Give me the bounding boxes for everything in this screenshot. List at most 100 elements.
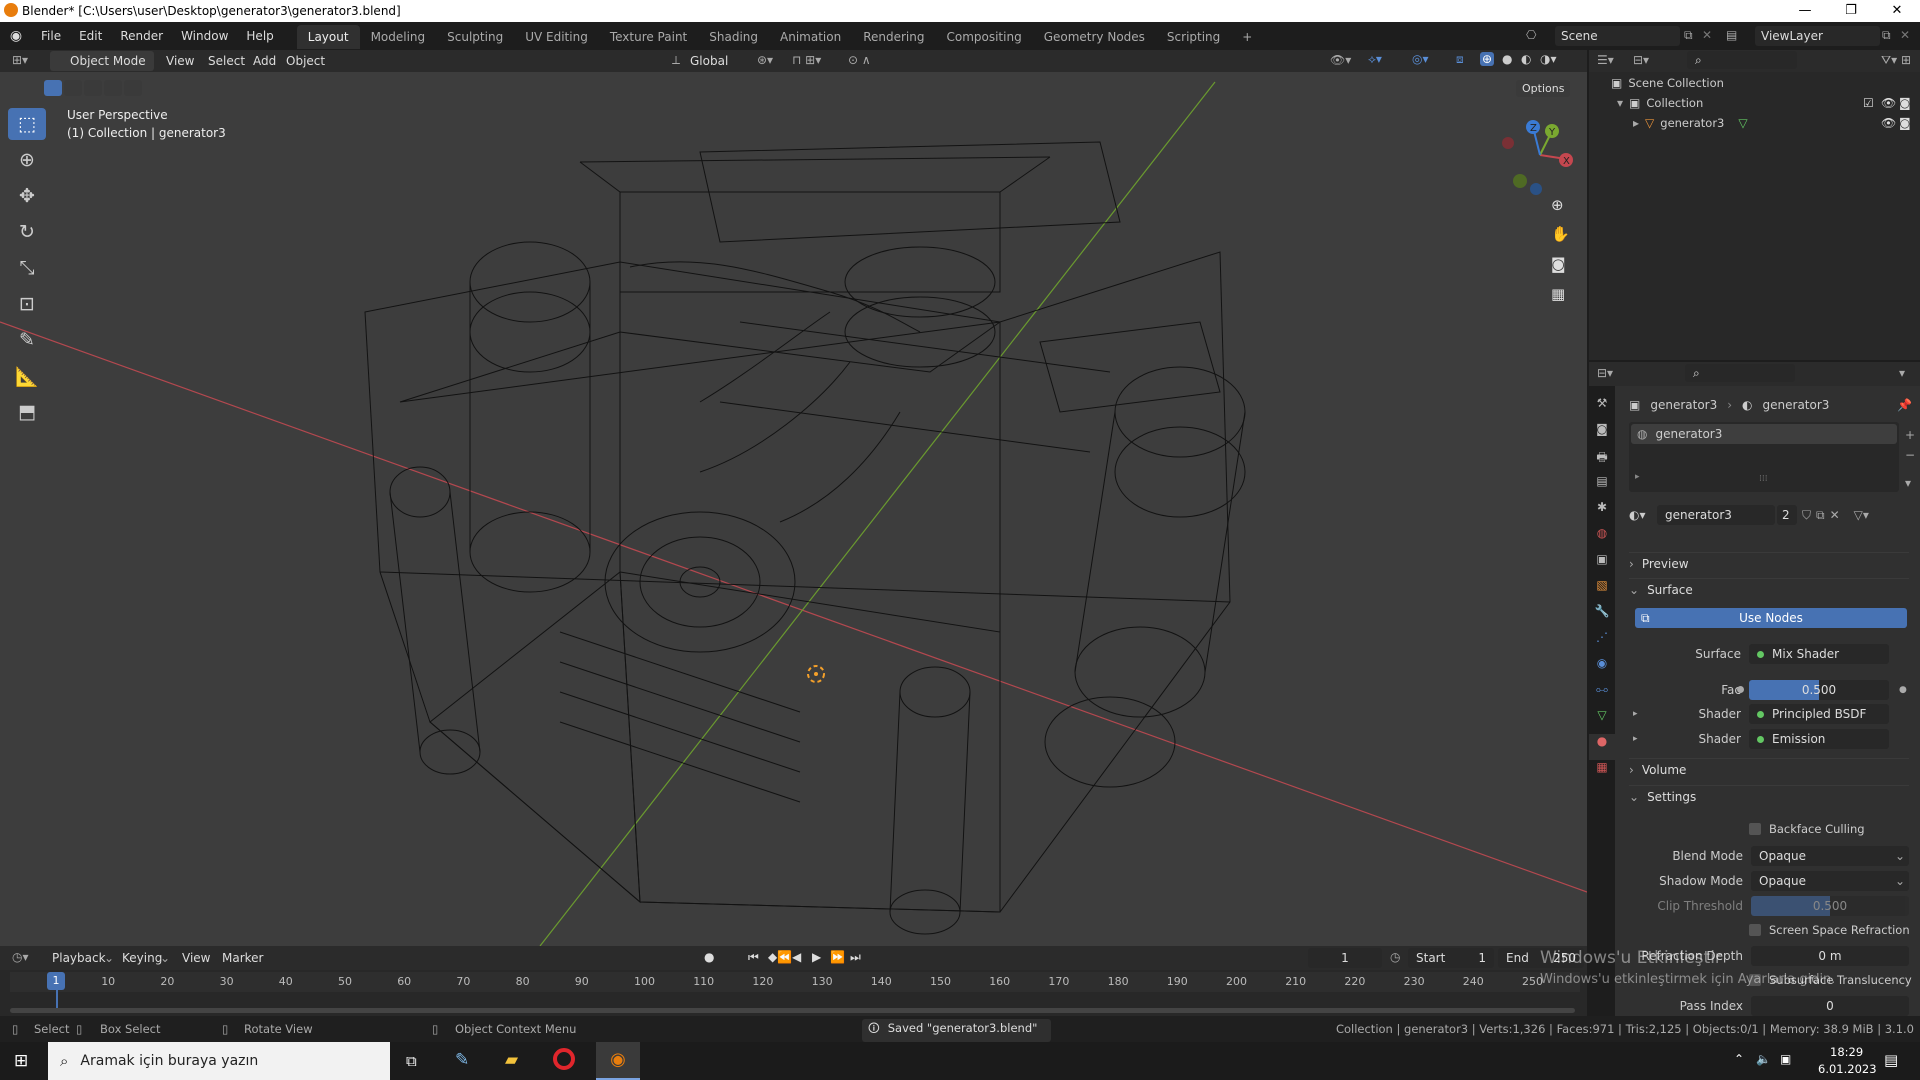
- options-chevron-icon[interactable]: ▾: [1899, 366, 1905, 380]
- expand-chevron-icon[interactable]: ▸: [1633, 734, 1653, 744]
- tab-sculpting[interactable]: Sculpting: [436, 25, 514, 49]
- object-menu[interactable]: Object: [286, 54, 325, 68]
- play-icon[interactable]: ▶: [812, 950, 821, 964]
- unlink-material-icon[interactable]: ✕: [1830, 508, 1840, 522]
- properties-search-input[interactable]: ⌕: [1685, 364, 1795, 382]
- tab-scripting[interactable]: Scripting: [1156, 25, 1231, 49]
- zoom-icon[interactable]: ⊕: [1551, 196, 1564, 214]
- mode-selector[interactable]: Object Mode: [50, 51, 154, 71]
- browse-material-icon[interactable]: ◐▾: [1629, 508, 1657, 522]
- display-mode-icon[interactable]: ⊟▾: [1633, 53, 1649, 67]
- sss-checkbox[interactable]: [1749, 974, 1761, 986]
- pin-icon[interactable]: 📌: [1897, 398, 1912, 412]
- volume-icon[interactable]: 🔈: [1756, 1052, 1771, 1066]
- next-keyframe-icon[interactable]: ⏩: [830, 950, 845, 964]
- pan-hand-icon[interactable]: ✋: [1551, 225, 1570, 243]
- outliner-editor-icon[interactable]: ☰▾: [1597, 53, 1614, 67]
- play-reverse-icon[interactable]: ◀: [792, 950, 801, 964]
- blender-menu-icon[interactable]: ◉: [0, 28, 32, 44]
- menu-help[interactable]: Help: [237, 22, 282, 50]
- taskbar-search[interactable]: ⌕ Aramak için buraya yazın: [48, 1042, 390, 1080]
- orientation-dropdown[interactable]: Global: [690, 54, 728, 68]
- app-icon-paint[interactable]: ✎: [455, 1050, 469, 1070]
- menu-edit[interactable]: Edit: [70, 22, 111, 50]
- output-tab-icon[interactable]: 🖶: [1589, 448, 1615, 474]
- use-nodes-button[interactable]: ⧉ Use Nodes: [1635, 608, 1907, 628]
- network-icon[interactable]: ▣: [1780, 1052, 1791, 1066]
- link-data-icon[interactable]: ▽▾: [1854, 508, 1869, 522]
- material-users-count[interactable]: 2: [1777, 505, 1797, 525]
- current-frame-field[interactable]: 1: [1308, 948, 1382, 968]
- select-extend-icon[interactable]: [64, 80, 82, 96]
- annotate-tool-icon[interactable]: ✎: [8, 324, 46, 356]
- blend-mode-dropdown[interactable]: Opaque ⌄: [1751, 846, 1909, 866]
- tab-uv-editing[interactable]: UV Editing: [514, 25, 599, 49]
- end-frame-field[interactable]: End 250: [1498, 948, 1584, 968]
- sss-row[interactable]: Subsurface Translucency: [1749, 973, 1912, 987]
- tab-animation[interactable]: Animation: [769, 25, 852, 49]
- opera-browser-icon[interactable]: [553, 1048, 575, 1070]
- delete-scene-icon[interactable]: ✕: [1702, 28, 1712, 42]
- shadow-mode-dropdown[interactable]: Opaque ⌄: [1751, 871, 1909, 891]
- tab-layout[interactable]: Layout: [296, 25, 360, 49]
- remove-slot-icon[interactable]: −: [1905, 448, 1915, 462]
- constraints-tab-icon[interactable]: ⧟: [1589, 682, 1615, 708]
- tab-shading[interactable]: Shading: [698, 25, 769, 49]
- perspective-toggle-icon[interactable]: ▦: [1551, 285, 1565, 303]
- add-cube-tool-icon[interactable]: ⬒: [8, 396, 46, 428]
- gizmo-toggle-icon[interactable]: ⟡▾: [1368, 52, 1382, 67]
- camera-view-icon[interactable]: ◙: [1551, 255, 1566, 273]
- backface-culling-row[interactable]: Backface Culling: [1749, 822, 1865, 836]
- clock-time[interactable]: 18:29: [1830, 1045, 1863, 1059]
- modifier-tab-icon[interactable]: 🔧: [1589, 604, 1615, 630]
- expand-chevron-icon[interactable]: ▾: [1617, 96, 1623, 110]
- outliner-search-input[interactable]: ⌕: [1687, 51, 1797, 69]
- navigation-gizmo[interactable]: X Y Z: [1500, 115, 1580, 195]
- slot-menu-chevron-icon[interactable]: ▾: [1905, 476, 1911, 490]
- timeline-ruler[interactable]: 10 20 30 40 50 60 70 80 90 100 110 120 130 140 150 160 1…: [10, 972, 1580, 992]
- list-expand-icon[interactable]: ▸: [1635, 472, 1640, 482]
- close-button[interactable]: ✕: [1874, 0, 1920, 22]
- rendered-shading-icon[interactable]: ◑▾: [1540, 52, 1557, 66]
- texture-tab-icon[interactable]: ▦: [1589, 760, 1615, 786]
- proportional-edit-icon[interactable]: ⊙ ∧: [848, 53, 871, 67]
- orientation-icon[interactable]: ⟂: [672, 53, 680, 68]
- minimize-button[interactable]: —: [1782, 0, 1828, 22]
- select-new-icon[interactable]: [44, 80, 62, 96]
- exclude-checkbox-icon[interactable]: ☑: [1863, 96, 1874, 110]
- pass-index-field[interactable]: 0: [1751, 996, 1909, 1016]
- material-shading-icon[interactable]: ◐: [1521, 52, 1531, 66]
- properties-editor-icon[interactable]: ⊟▾: [1597, 366, 1613, 380]
- material-slot-row[interactable]: ◍ generator3: [1631, 424, 1897, 444]
- tab-rendering[interactable]: Rendering: [852, 25, 935, 49]
- render-tab-icon[interactable]: ◙: [1589, 422, 1615, 448]
- tab-compositing[interactable]: Compositing: [935, 25, 1032, 49]
- view-layer-tab-icon[interactable]: ▤: [1589, 474, 1615, 500]
- select-box-tool-icon[interactable]: ⬚: [8, 108, 46, 140]
- delete-view-layer-icon[interactable]: ✕: [1900, 28, 1910, 42]
- settings-panel-header[interactable]: ⌄ Settings: [1629, 785, 1909, 804]
- ssr-row[interactable]: Screen Space Refraction: [1749, 923, 1910, 937]
- hide-eye-icon[interactable]: 👁: [1881, 96, 1896, 110]
- scene-field[interactable]: Scene: [1555, 26, 1680, 46]
- view-layer-icon[interactable]: ▤: [1726, 28, 1737, 42]
- shader1-field[interactable]: Principled BSDF: [1749, 704, 1889, 724]
- rotate-tool-icon[interactable]: ↻: [8, 216, 46, 248]
- material-name-field[interactable]: generator3: [1657, 505, 1775, 525]
- move-tool-icon[interactable]: ✥: [8, 180, 46, 212]
- list-resize-grip-icon[interactable]: ⁞⁞⁞: [1759, 474, 1768, 484]
- clip-threshold-slider[interactable]: 0.500: [1751, 896, 1909, 916]
- marker-menu[interactable]: Marker: [222, 951, 263, 965]
- timeline-view-menu[interactable]: View: [182, 951, 210, 965]
- overlay-toggle-icon[interactable]: ◎▾: [1412, 52, 1429, 66]
- duplicate-material-icon[interactable]: ⧉: [1816, 508, 1825, 523]
- cursor-tool-icon[interactable]: ⊕: [8, 144, 46, 176]
- view-menu[interactable]: View: [166, 54, 194, 68]
- tab-geometry-nodes[interactable]: Geometry Nodes: [1033, 25, 1156, 49]
- fac-slider[interactable]: 0.500: [1737, 680, 1889, 700]
- surface-panel-header[interactable]: ⌄ Surface: [1629, 578, 1909, 597]
- scene-tab-icon[interactable]: ✱: [1589, 500, 1615, 526]
- preview-panel-header[interactable]: › Preview: [1629, 552, 1909, 571]
- particles-tab-icon[interactable]: ⋰: [1589, 630, 1615, 656]
- ssr-checkbox[interactable]: [1749, 924, 1761, 936]
